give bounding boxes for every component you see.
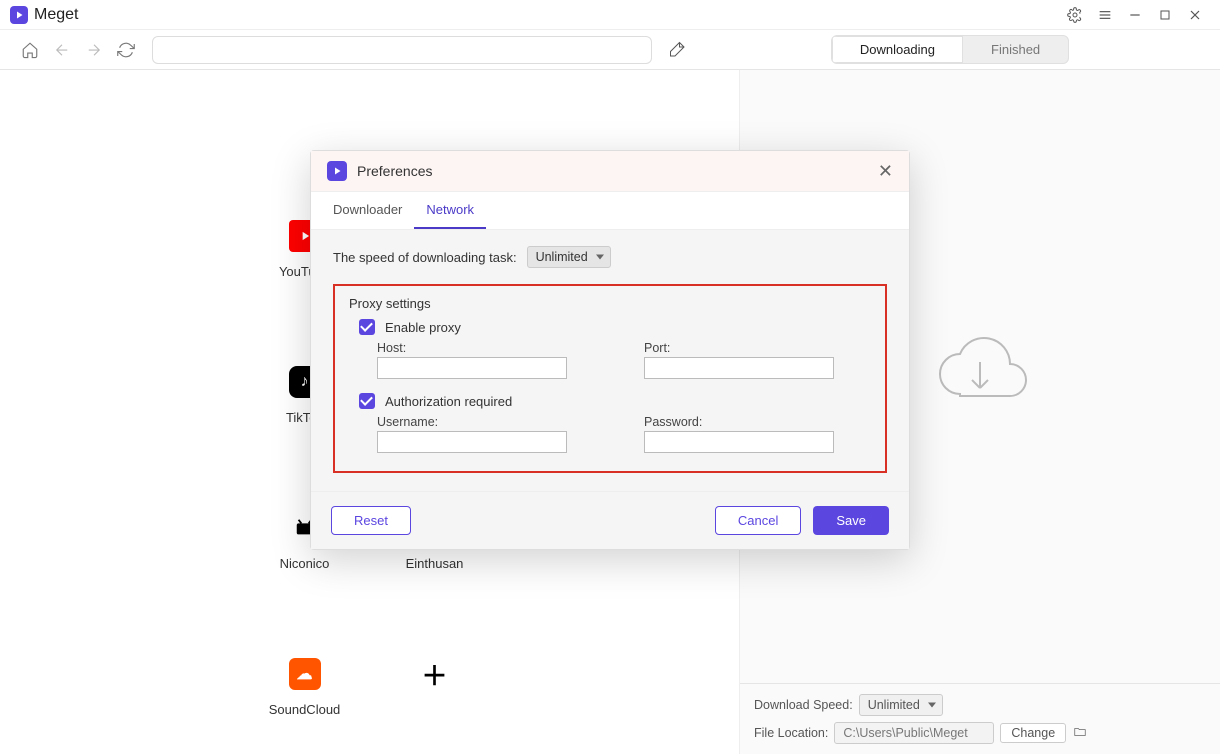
minimize-button[interactable] [1120,0,1150,30]
close-icon[interactable]: ✕ [878,162,893,180]
auth-required-label: Authorization required [385,394,512,409]
dialog-title: Preferences [357,163,432,179]
auth-required-checkbox[interactable] [359,393,375,409]
reset-button[interactable]: Reset [331,506,411,535]
home-button[interactable] [14,34,46,66]
enable-proxy-label: Enable proxy [385,320,461,335]
host-input[interactable] [377,357,567,379]
file-location-input[interactable]: C:\Users\Public\Meget [834,722,994,744]
forward-button[interactable] [78,34,110,66]
app-icon [10,6,28,24]
tab-segmented: Downloading Finished [831,35,1069,64]
password-label: Password: [644,415,871,429]
download-speed-label: Download Speed: [754,698,853,712]
close-button[interactable] [1180,0,1210,30]
tab-finished[interactable]: Finished [963,36,1068,63]
cancel-button[interactable]: Cancel [715,506,801,535]
tab-downloader[interactable]: Downloader [321,192,414,229]
reload-button[interactable] [110,34,142,66]
bottom-bar: Download Speed: Unlimited File Location:… [740,683,1220,754]
download-speed-select[interactable]: Unlimited [859,694,943,716]
titlebar: Meget [0,0,1220,30]
enable-proxy-checkbox[interactable] [359,319,375,335]
url-input[interactable] [152,36,652,64]
back-button[interactable] [46,34,78,66]
username-input[interactable] [377,431,567,453]
tab-downloading[interactable]: Downloading [832,36,963,63]
port-label: Port: [644,341,871,355]
maximize-button[interactable] [1150,0,1180,30]
port-input[interactable] [644,357,834,379]
site-soundcloud[interactable]: ☁SoundCloud [240,658,370,754]
save-button[interactable]: Save [813,506,889,535]
tab-network[interactable]: Network [414,192,486,229]
change-button[interactable]: Change [1000,723,1066,743]
username-label: Username: [377,415,604,429]
proxy-settings-group: Proxy settings Enable proxy Host: Port: … [333,284,887,473]
password-input[interactable] [644,431,834,453]
menu-icon[interactable] [1090,0,1120,30]
task-speed-label: The speed of downloading task: [333,250,517,265]
add-site[interactable]: ＋ [370,658,500,754]
preferences-dialog: Preferences ✕ Downloader Network The spe… [310,150,910,550]
host-label: Host: [377,341,604,355]
app-name: Meget [34,6,78,24]
soundcloud-icon: ☁ [289,658,321,690]
file-location-label: File Location: [754,726,828,740]
toolbar: Downloading Finished [0,30,1220,70]
paste-icon[interactable] [662,34,694,66]
app-icon [327,161,347,181]
plus-icon: ＋ [419,658,451,690]
proxy-title: Proxy settings [349,296,871,311]
task-speed-select[interactable]: Unlimited [527,246,611,268]
open-folder-icon[interactable] [1072,725,1088,742]
gear-icon[interactable] [1060,0,1090,30]
